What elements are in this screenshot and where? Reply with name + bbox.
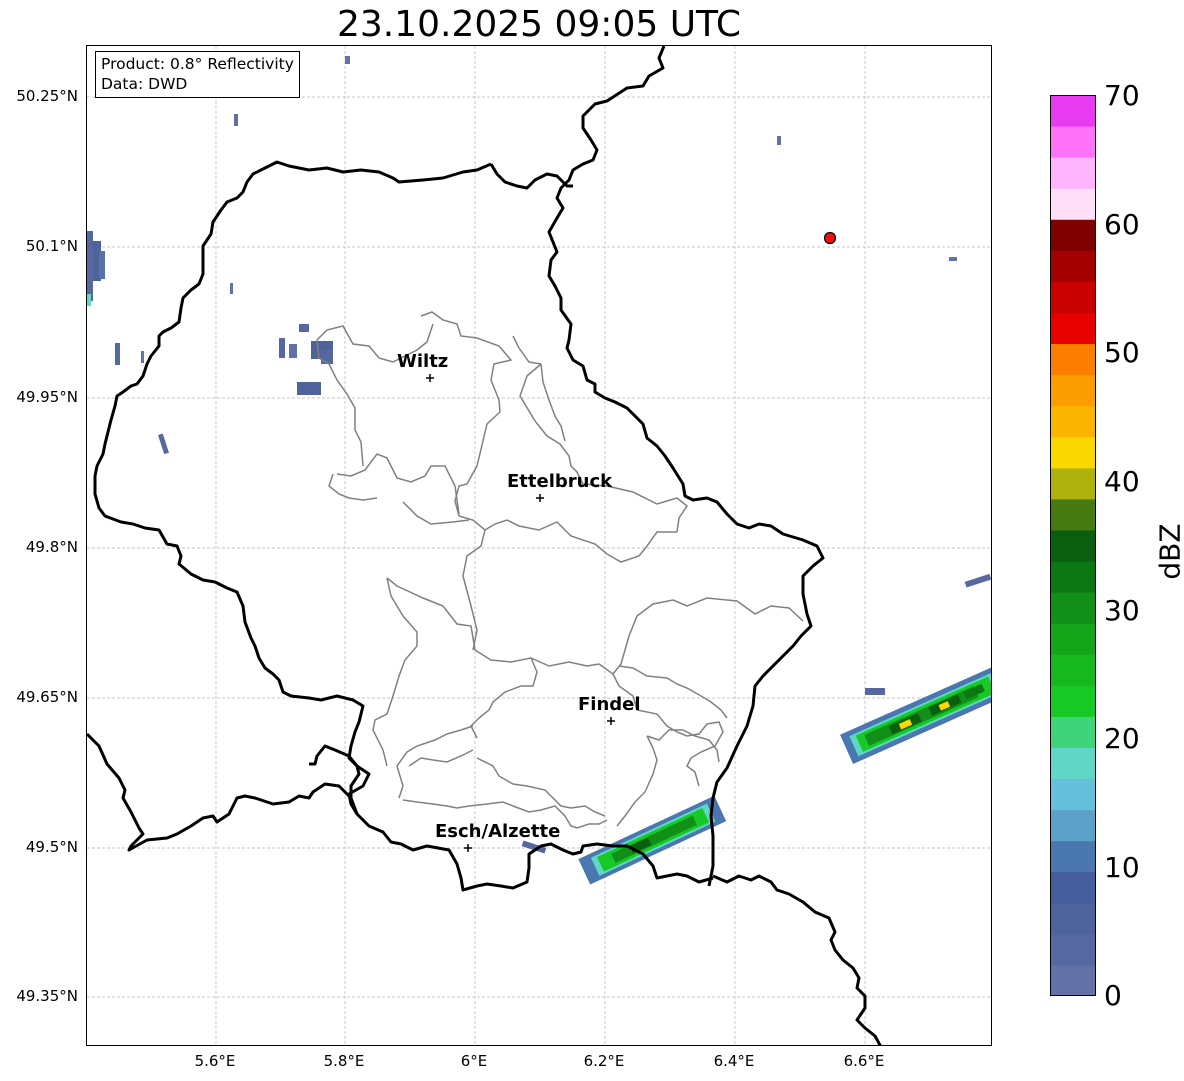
convective-cell-east [840, 665, 991, 765]
colorbar-segment [1050, 219, 1096, 251]
city-marker-findel [607, 717, 615, 725]
colorbar-segment [1050, 809, 1096, 842]
colorbar-segment [1050, 964, 1096, 996]
city-label-ettelbruck: Ettelbruck [507, 471, 613, 492]
colorbar-segment [1050, 654, 1096, 686]
data-source-label: Data: DWD [101, 75, 188, 93]
colorbar-segment [1050, 467, 1096, 500]
lon-tick: 6.6°E [843, 1052, 885, 1070]
colorbar-segment [1050, 529, 1096, 562]
city-markers [426, 374, 615, 852]
product-label: Product: 0.8° Reflectivity [101, 55, 294, 73]
colorbar-segment [1050, 592, 1096, 624]
city-marker-wiltz [426, 374, 434, 382]
colorbar-segment [1050, 933, 1096, 966]
lat-tick: 49.95°N [16, 388, 78, 406]
lat-tick: 50.1°N [25, 237, 78, 255]
radar-station-marker [823, 231, 837, 245]
gridlines [87, 46, 991, 1045]
city-label-wiltz: Wiltz [397, 351, 449, 372]
colorbar-segment [1050, 840, 1096, 873]
convective-cell-south [578, 795, 727, 885]
colorbar-label: dBZ [1153, 523, 1184, 580]
colorbar-segment [1050, 188, 1096, 220]
colorbar-segment [1050, 312, 1096, 345]
colorbar-segment [1050, 126, 1096, 158]
colorbar-segment [1050, 623, 1096, 655]
city-label-esch: Esch/Alzette [435, 821, 561, 842]
colorbar-segment [1050, 157, 1096, 189]
colorbar-tick: 60 [1104, 208, 1140, 241]
lat-tick: 49.5°N [25, 838, 78, 856]
lon-tick: 5.8°E [323, 1052, 365, 1070]
lon-tick: 5.6°E [194, 1052, 236, 1070]
colorbar-segment [1050, 343, 1096, 376]
lon-tick: 6.4°E [713, 1052, 755, 1070]
colorbar-tick: 20 [1104, 722, 1140, 755]
colorbar-tick: 30 [1104, 594, 1140, 627]
colorbar-tick: 10 [1104, 851, 1140, 884]
lon-tick: 6.2°E [583, 1052, 625, 1070]
lat-tick: 49.35°N [16, 987, 78, 1005]
colorbar-segment [1050, 716, 1096, 748]
colorbar-segment [1050, 778, 1096, 811]
city-label-findel: Findel [578, 694, 641, 715]
colorbar-segment [1050, 747, 1096, 780]
city-marker-ettelbruck [536, 494, 544, 502]
colorbar-tick: 50 [1104, 336, 1140, 369]
map-canvas [87, 46, 991, 1045]
radar-map[interactable] [86, 45, 992, 1046]
canton-boundaries [316, 311, 804, 829]
colorbar-segment [1050, 561, 1096, 593]
colorbar-segment [1050, 902, 1096, 935]
info-box: Product: 0.8° Reflectivity Data: DWD [95, 51, 300, 98]
colorbar-segment [1050, 436, 1096, 469]
colorbar-segment [1050, 871, 1096, 904]
country-borders [87, 46, 882, 1045]
city-marker-esch [464, 844, 472, 852]
lat-tick: 49.65°N [16, 688, 78, 706]
lat-tick: 49.8°N [25, 538, 78, 556]
colorbar-segment [1050, 374, 1096, 407]
colorbar-segment [1050, 685, 1096, 717]
colorbar-tick: 0 [1104, 979, 1122, 1012]
lon-tick: 6°E [460, 1052, 488, 1070]
colorbar-segment [1050, 498, 1096, 531]
colorbar-segment [1050, 95, 1096, 127]
colorbar-tick: 40 [1104, 465, 1140, 498]
colorbar-tick: 70 [1104, 79, 1140, 112]
colorbar-segment [1050, 405, 1096, 438]
map-title: 23.10.2025 09:05 UTC [336, 4, 742, 45]
lat-tick: 50.25°N [16, 87, 78, 105]
colorbar [1050, 95, 1096, 996]
colorbar-segment [1050, 281, 1096, 313]
colorbar-segment [1050, 250, 1096, 282]
